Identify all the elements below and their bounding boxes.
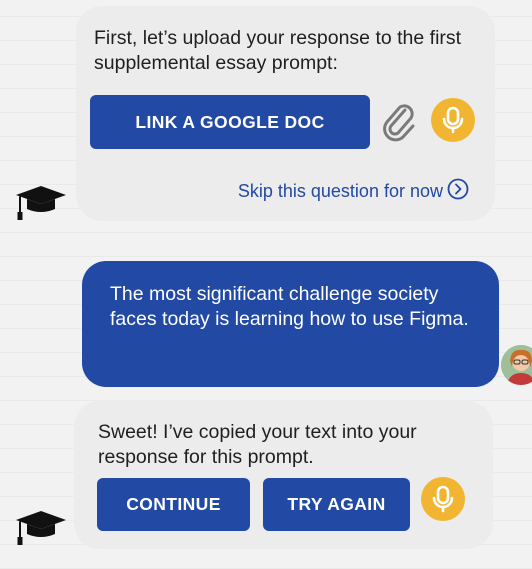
microphone-icon[interactable] (431, 98, 475, 142)
chevron-right-circle-icon (447, 178, 469, 205)
microphone-icon[interactable] (421, 477, 465, 521)
bot-message-upload: First, let’s upload your response to the… (76, 6, 495, 221)
bot-message-text: Sweet! I’ve copied your text into your r… (98, 421, 417, 468)
link-google-doc-button[interactable]: LINK A GOOGLE DOC (90, 95, 370, 149)
continue-button[interactable]: CONTINUE (97, 478, 250, 531)
graduation-cap-icon (14, 509, 68, 552)
bot-message-text: First, let’s upload your response to the… (94, 27, 462, 74)
user-message: The most significant challenge society f… (82, 261, 499, 387)
user-message-text: The most significant challenge society f… (110, 283, 469, 330)
skip-label: Skip this question for now (237, 181, 443, 201)
bot-message-confirmation: Sweet! I’ve copied your text into your r… (74, 401, 493, 549)
try-again-button[interactable]: TRY AGAIN (263, 478, 410, 531)
paperclip-icon[interactable] (381, 102, 417, 142)
graduation-cap-icon (14, 184, 68, 227)
skip-question-link[interactable]: Skip this question for now (238, 178, 469, 205)
